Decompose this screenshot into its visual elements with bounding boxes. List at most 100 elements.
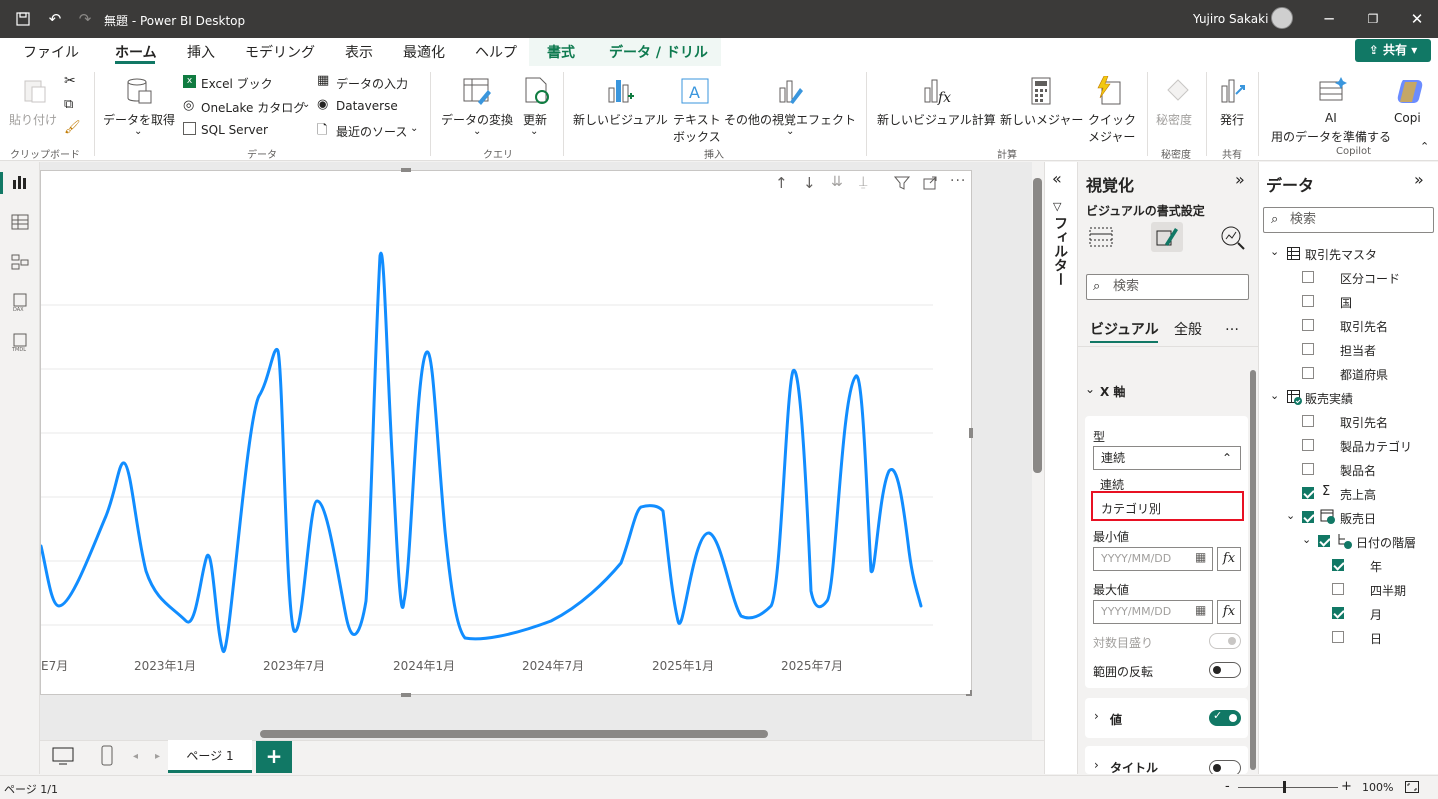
dataverse-button[interactable]: Dataverse bbox=[336, 99, 398, 113]
field-checkbox[interactable] bbox=[1302, 463, 1314, 475]
new-visual-button[interactable]: 新しいビジュアル bbox=[573, 111, 668, 128]
field-name[interactable]: 都道府県 bbox=[1340, 366, 1388, 383]
enter-data-button[interactable]: データの入力 bbox=[336, 75, 408, 92]
textbox-button-line2[interactable]: ボックス bbox=[673, 128, 721, 145]
field-checkbox[interactable] bbox=[1302, 319, 1314, 331]
user-name[interactable]: Yujiro Sakaki bbox=[1193, 12, 1268, 26]
values-toggle[interactable]: ✓ bbox=[1209, 709, 1241, 726]
zoom-out-button[interactable]: - bbox=[1225, 779, 1230, 794]
collapse-ribbon-icon[interactable]: ⌃ bbox=[1420, 140, 1429, 153]
avatar[interactable] bbox=[1271, 7, 1293, 29]
chevron-down-icon[interactable]: ⌄ bbox=[410, 123, 418, 134]
chevron-down-icon[interactable]: ⌄ bbox=[786, 126, 794, 137]
redo-icon[interactable]: ↷ bbox=[74, 8, 96, 30]
format-visual-tab[interactable] bbox=[1151, 222, 1183, 252]
close-icon[interactable]: ✕ bbox=[1406, 8, 1428, 30]
format-painter-icon[interactable]: 🖌 bbox=[64, 120, 81, 135]
title-section-header[interactable]: タイトル bbox=[1110, 759, 1158, 774]
values-section-header[interactable]: 値 bbox=[1110, 711, 1122, 728]
fx-button[interactable]: fx bbox=[1217, 547, 1241, 571]
field-checkbox-checked[interactable] bbox=[1318, 535, 1330, 547]
chevron-down-icon[interactable]: ⌄ bbox=[1286, 509, 1295, 522]
chevron-down-icon[interactable]: ⌄ bbox=[1270, 245, 1279, 258]
textbox-button[interactable]: テキスト bbox=[673, 111, 721, 128]
title-toggle[interactable] bbox=[1209, 760, 1241, 774]
zoom-in-button[interactable]: + bbox=[1341, 779, 1352, 794]
next-level-icon[interactable]: ⇊ bbox=[831, 174, 843, 190]
ai-prepare-button[interactable]: AI bbox=[1325, 111, 1337, 125]
page-tab[interactable]: ページ 1 bbox=[168, 740, 252, 773]
fx-button[interactable]: fx bbox=[1217, 600, 1241, 624]
field-checkbox[interactable] bbox=[1302, 415, 1314, 427]
field-name[interactable]: 日付の階層 bbox=[1356, 534, 1416, 551]
chevron-down-icon[interactable]: ⌄ bbox=[530, 126, 538, 137]
filter-icon[interactable] bbox=[894, 175, 910, 191]
tab-home[interactable]: ホーム bbox=[115, 42, 157, 62]
tmdl-view-icon[interactable]: TMDL bbox=[10, 332, 30, 352]
xaxis-section-header[interactable]: X 軸 bbox=[1100, 383, 1125, 400]
field-checkbox-checked[interactable] bbox=[1332, 559, 1344, 571]
field-name[interactable]: 日 bbox=[1370, 630, 1382, 647]
tab-data-drill[interactable]: データ / ドリル bbox=[609, 42, 708, 62]
fit-to-page-icon[interactable] bbox=[1405, 781, 1419, 793]
tab-file[interactable]: ファイル bbox=[23, 42, 79, 62]
table-view-icon[interactable] bbox=[10, 212, 30, 232]
calendar-icon[interactable]: ▦ bbox=[1195, 550, 1206, 564]
field-checkbox-checked[interactable] bbox=[1332, 607, 1344, 619]
collapse-data-icon[interactable]: » bbox=[1414, 170, 1424, 189]
field-name[interactable]: 国 bbox=[1340, 294, 1352, 311]
chevron-down-icon[interactable]: ⌄ bbox=[1302, 533, 1311, 546]
log-scale-toggle[interactable] bbox=[1209, 633, 1241, 649]
copilot-button[interactable]: Copi bbox=[1394, 111, 1421, 125]
reverse-range-toggle[interactable] bbox=[1209, 662, 1241, 678]
field-name[interactable]: 販売日 bbox=[1340, 510, 1376, 527]
field-name[interactable]: 担当者 bbox=[1340, 342, 1376, 359]
focus-mode-icon[interactable] bbox=[922, 175, 938, 191]
analytics-icon[interactable] bbox=[1219, 224, 1247, 250]
new-measure-button[interactable]: 新しいメジャー bbox=[1000, 111, 1083, 128]
onelake-catalog-button[interactable]: OneLake カタログ bbox=[201, 99, 305, 116]
zoom-slider-thumb[interactable] bbox=[1283, 781, 1286, 793]
cut-icon[interactable]: ✂ bbox=[64, 73, 76, 89]
tab-visual[interactable]: ビジュアル bbox=[1090, 319, 1159, 339]
field-checkbox[interactable] bbox=[1302, 271, 1314, 283]
table-name[interactable]: 取引先マスタ bbox=[1305, 246, 1377, 263]
desktop-layout-icon[interactable] bbox=[52, 746, 74, 766]
tab-optimize[interactable]: 最適化 bbox=[403, 42, 445, 62]
ai-prepare-button-line2[interactable]: 用のデータを準備する bbox=[1271, 128, 1391, 145]
field-name[interactable]: 四半期 bbox=[1370, 582, 1406, 599]
field-checkbox[interactable] bbox=[1302, 367, 1314, 379]
viz-pane-scrollbar[interactable] bbox=[1250, 370, 1256, 770]
field-checkbox[interactable] bbox=[1302, 295, 1314, 307]
drill-up-icon[interactable]: ↑ bbox=[775, 174, 788, 192]
vertical-scrollbar[interactable] bbox=[1033, 178, 1042, 473]
chevron-right-icon[interactable]: › bbox=[1094, 758, 1099, 772]
mobile-layout-icon[interactable] bbox=[100, 745, 114, 767]
filters-label[interactable]: フィルター bbox=[1052, 216, 1070, 286]
report-view-icon[interactable] bbox=[10, 172, 30, 192]
restore-icon[interactable]: ❐ bbox=[1362, 8, 1384, 30]
table-name[interactable]: 販売実績 bbox=[1305, 390, 1353, 407]
chevron-down-icon[interactable]: ⌄ bbox=[134, 126, 142, 137]
tab-help[interactable]: ヘルプ bbox=[475, 42, 517, 62]
field-checkbox[interactable] bbox=[1332, 631, 1344, 643]
expand-hierarchy-icon[interactable]: ⍊ bbox=[859, 174, 867, 190]
next-page-icon[interactable]: ▸ bbox=[155, 751, 160, 762]
type-dropdown[interactable]: 連続 ⌃ bbox=[1093, 446, 1241, 470]
prev-page-icon[interactable]: ◂ bbox=[133, 751, 138, 762]
chevron-down-icon[interactable]: ⌄ bbox=[302, 99, 310, 110]
field-name[interactable]: 取引先名 bbox=[1340, 414, 1388, 431]
quick-measure-button-line2[interactable]: メジャー bbox=[1088, 128, 1135, 145]
line-chart-visual[interactable]: E7月 2023年1月 2023年7月 2024年1月 2024年7月 2025年1月 20… bbox=[39, 170, 972, 695]
more-subtabs-icon[interactable]: … bbox=[1225, 318, 1239, 334]
chevron-right-icon[interactable]: › bbox=[1094, 709, 1099, 723]
field-name[interactable]: 売上高 bbox=[1340, 486, 1376, 503]
new-visual-calc-button[interactable]: 新しいビジュアル計算 bbox=[877, 111, 996, 128]
resize-handle-right[interactable] bbox=[969, 428, 973, 438]
field-name[interactable]: 製品名 bbox=[1340, 462, 1376, 479]
resize-handle-corner[interactable] bbox=[966, 690, 972, 696]
field-name[interactable]: 月 bbox=[1370, 606, 1382, 623]
field-name[interactable]: 取引先名 bbox=[1340, 318, 1388, 335]
field-checkbox[interactable] bbox=[1332, 583, 1344, 595]
chevron-down-icon[interactable]: ⌄ bbox=[1085, 382, 1095, 396]
